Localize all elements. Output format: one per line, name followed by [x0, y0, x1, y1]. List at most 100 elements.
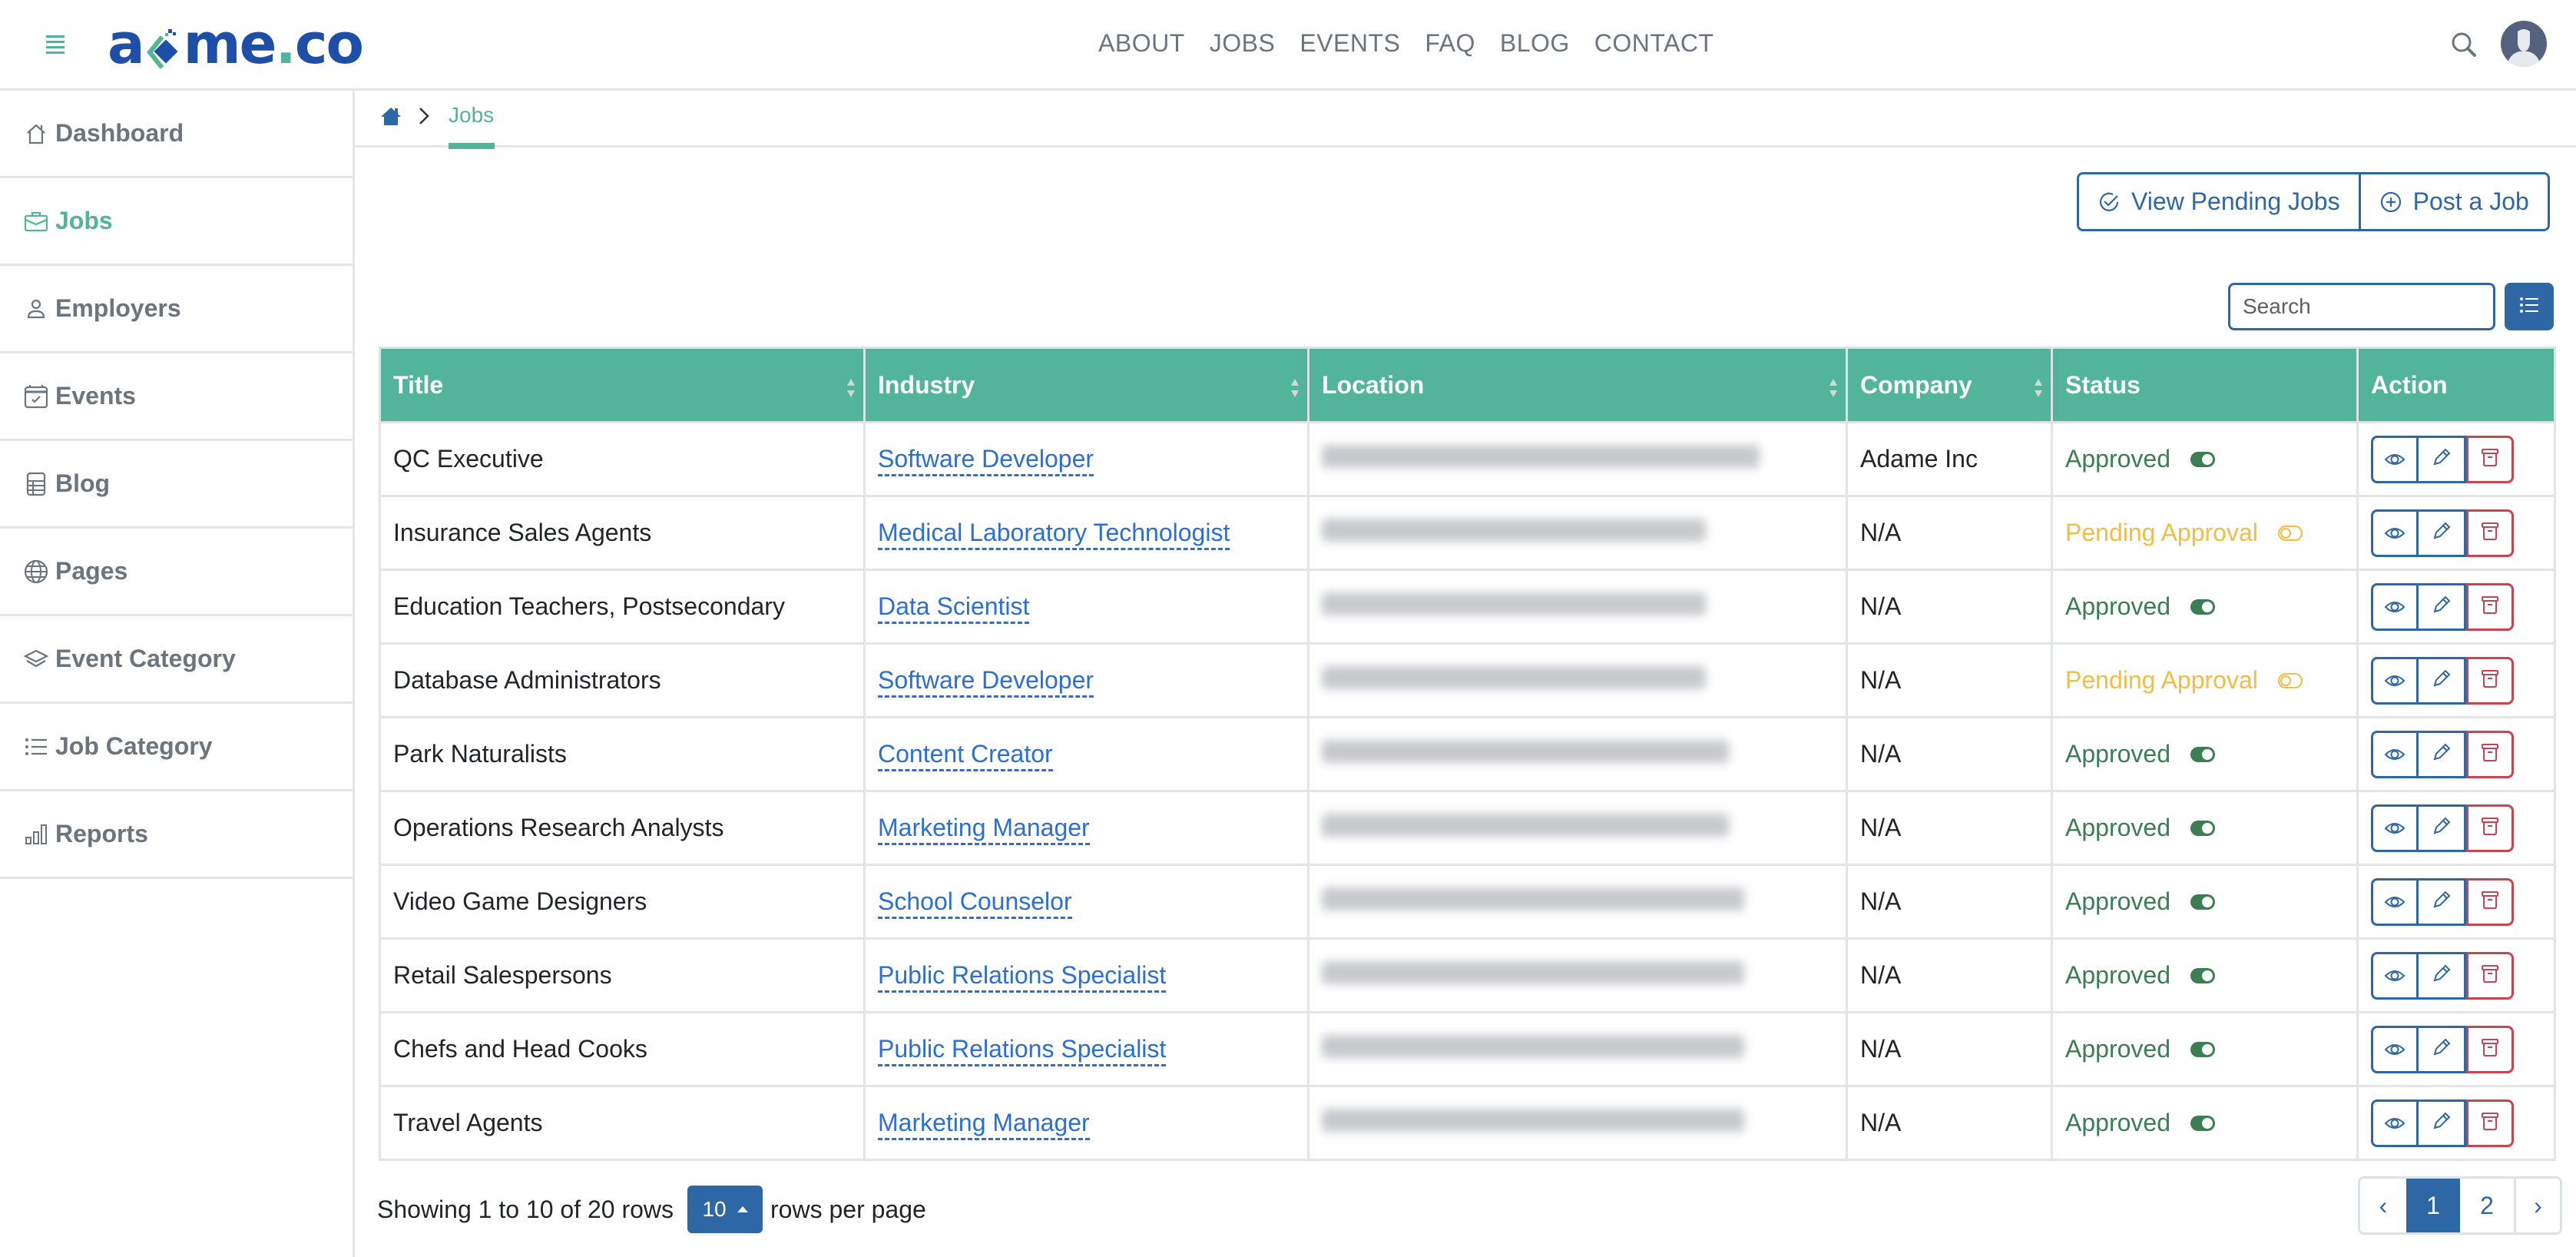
view-button[interactable] — [2371, 730, 2419, 778]
sort-icon[interactable] — [1290, 376, 1300, 398]
industry-link[interactable]: Content Creator — [878, 740, 1053, 771]
nav-contact[interactable]: CONTACT — [1594, 29, 1714, 58]
archive-button[interactable] — [2466, 877, 2514, 926]
status-toggle-icon[interactable] — [2190, 599, 2215, 615]
column-header-industry[interactable]: Industry — [863, 347, 1310, 423]
row-actions — [2371, 877, 2514, 926]
logo[interactable]: a me . co — [108, 9, 364, 78]
sort-icon[interactable] — [846, 376, 856, 398]
jobs-table: Title Industry Location Company Status Action… — [379, 347, 2556, 1161]
edit-button[interactable] — [2419, 1099, 2466, 1147]
view-button[interactable] — [2371, 656, 2419, 705]
industry-link[interactable]: Software Developer — [878, 666, 1094, 698]
sidebar-item-employers[interactable]: Employers — [0, 266, 353, 353]
industry-link[interactable]: Medical Laboratory Technologist — [878, 519, 1230, 550]
industry-link[interactable]: Public Relations Specialist — [878, 1035, 1167, 1066]
industry-link[interactable]: Marketing Manager — [878, 1109, 1090, 1140]
edit-button[interactable] — [2419, 582, 2466, 631]
nav-events[interactable]: EVENTS — [1300, 29, 1400, 58]
nav-jobs[interactable]: JOBS — [1210, 29, 1276, 58]
sidebar-item-jobs[interactable]: Jobs — [0, 178, 353, 266]
status-toggle-icon[interactable] — [2277, 525, 2303, 541]
view-button[interactable] — [2371, 582, 2419, 631]
status-toggle-icon[interactable] — [2190, 746, 2215, 762]
archive-button[interactable] — [2466, 804, 2514, 852]
status-toggle-icon[interactable] — [2190, 1041, 2215, 1057]
hamburger-menu-icon[interactable] — [46, 35, 65, 54]
archive-button[interactable] — [2466, 730, 2514, 778]
cell-title: Education Teachers, Postsecondary — [379, 569, 866, 645]
view-button[interactable] — [2371, 951, 2419, 1000]
sidebar-item-dashboard[interactable]: Dashboard — [0, 91, 353, 178]
pagination-prev[interactable]: ‹ — [2360, 1179, 2406, 1232]
archive-button[interactable] — [2466, 1099, 2514, 1147]
nav-blog[interactable]: BLOG — [1500, 29, 1570, 58]
view-button[interactable] — [2371, 509, 2419, 557]
sidebar-item-pages[interactable]: Pages — [0, 529, 353, 616]
post-job-button[interactable]: Post a Job — [2358, 174, 2548, 229]
eye-icon — [2384, 1035, 2405, 1063]
sidebar-item-blog[interactable]: Blog — [0, 441, 353, 529]
view-pending-jobs-button[interactable]: View Pending Jobs — [2079, 174, 2359, 229]
rows-per-page-dropdown[interactable]: 10 — [687, 1186, 763, 1233]
industry-link[interactable]: Public Relations Specialist — [878, 961, 1167, 993]
edit-button[interactable] — [2419, 1025, 2466, 1073]
status-toggle-icon[interactable] — [2190, 451, 2215, 467]
sidebar-item-reports[interactable]: Reports — [0, 791, 353, 879]
industry-link[interactable]: Data Scientist — [878, 592, 1030, 624]
edit-button[interactable] — [2419, 730, 2466, 778]
archive-button[interactable] — [2466, 656, 2514, 705]
cell-action — [2356, 495, 2556, 571]
cell-status: Approved — [2051, 864, 2359, 940]
eye-icon — [2384, 519, 2405, 547]
edit-button[interactable] — [2419, 951, 2466, 1000]
pagination-next[interactable]: › — [2514, 1179, 2560, 1232]
home-icon[interactable] — [379, 104, 402, 128]
sidebar-item-events[interactable]: Events — [0, 353, 353, 441]
nav-faq[interactable]: FAQ — [1425, 29, 1475, 58]
edit-button[interactable] — [2419, 804, 2466, 852]
view-button[interactable] — [2371, 1099, 2419, 1147]
logo-tld: co — [294, 12, 364, 76]
archive-button[interactable] — [2466, 951, 2514, 1000]
pencil-icon — [2432, 1035, 2452, 1063]
columns-toggle-button[interactable] — [2505, 283, 2554, 330]
user-avatar-icon[interactable] — [2501, 21, 2547, 67]
pagination-page-2[interactable]: 2 — [2460, 1179, 2514, 1232]
sidebar-item-job-category[interactable]: Job Category — [0, 704, 353, 791]
status-text: Approved — [2065, 1109, 2170, 1136]
view-button[interactable] — [2371, 435, 2419, 483]
nav-about[interactable]: ABOUT — [1098, 29, 1185, 58]
column-header-company[interactable]: Company — [1846, 347, 2053, 423]
industry-link[interactable]: Marketing Manager — [878, 814, 1090, 845]
status-toggle-icon[interactable] — [2190, 967, 2215, 983]
industry-link[interactable]: School Counselor — [878, 887, 1072, 919]
archive-button[interactable] — [2466, 1025, 2514, 1073]
archive-button[interactable] — [2466, 509, 2514, 557]
sidebar-item-event-category[interactable]: Event Category — [0, 616, 353, 704]
table-search-input[interactable] — [2228, 283, 2495, 330]
edit-button[interactable] — [2419, 435, 2466, 483]
view-button[interactable] — [2371, 1025, 2419, 1073]
row-actions — [2371, 435, 2514, 483]
status-toggle-icon[interactable] — [2190, 820, 2215, 836]
search-icon[interactable] — [2450, 31, 2478, 58]
column-header-location[interactable]: Location — [1307, 347, 1848, 423]
sort-icon[interactable] — [2034, 376, 2043, 398]
edit-button[interactable] — [2419, 509, 2466, 557]
status-toggle-icon[interactable] — [2277, 672, 2303, 688]
sort-icon[interactable] — [1829, 376, 1838, 398]
pagination: ‹ 1 2 › — [2358, 1176, 2562, 1235]
column-header-title[interactable]: Title — [379, 347, 866, 423]
view-button[interactable] — [2371, 877, 2419, 926]
edit-button[interactable] — [2419, 656, 2466, 705]
status-toggle-icon[interactable] — [2190, 894, 2215, 910]
table-row: Education Teachers, Postsecondary Data Sc… — [379, 569, 2556, 645]
archive-button[interactable] — [2466, 435, 2514, 483]
industry-link[interactable]: Software Developer — [878, 445, 1094, 476]
archive-button[interactable] — [2466, 582, 2514, 631]
view-button[interactable] — [2371, 804, 2419, 852]
edit-button[interactable] — [2419, 877, 2466, 926]
pagination-page-1[interactable]: 1 — [2406, 1179, 2460, 1232]
status-toggle-icon[interactable] — [2190, 1115, 2215, 1131]
